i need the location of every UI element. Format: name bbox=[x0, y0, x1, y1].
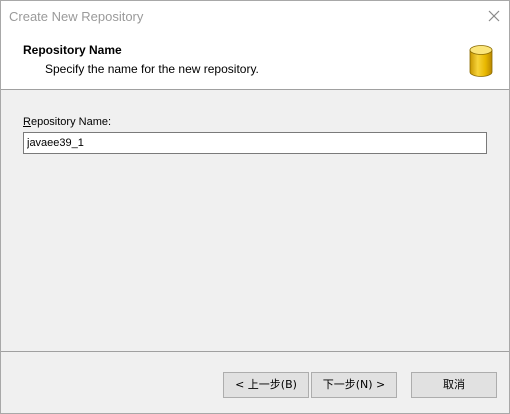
repository-name-input[interactable] bbox=[23, 132, 487, 154]
title-bar: Create New Repository bbox=[1, 1, 509, 32]
page-subtitle: Specify the name for the new repository. bbox=[45, 62, 259, 76]
window-title: Create New Repository bbox=[9, 9, 144, 24]
wizard-footer: < 上一步(B) 下一步(N) > 取消 bbox=[1, 352, 509, 413]
next-button[interactable]: 下一步(N) > bbox=[311, 372, 397, 398]
close-icon bbox=[488, 10, 500, 22]
cancel-button[interactable]: 取消 bbox=[411, 372, 497, 398]
label-text: epository Name: bbox=[30, 116, 112, 128]
back-button[interactable]: < 上一步(B) bbox=[223, 372, 309, 398]
page-title: Repository Name bbox=[23, 43, 122, 57]
database-icon bbox=[469, 45, 493, 77]
wizard-header: Repository Name Specify the name for the… bbox=[1, 32, 509, 90]
close-button[interactable] bbox=[479, 1, 509, 32]
wizard-content: Repository Name: bbox=[1, 90, 509, 351]
create-repository-dialog: Create New Repository Repository Name Sp… bbox=[0, 0, 510, 414]
label-mnemonic: R bbox=[23, 116, 31, 128]
repository-name-label: Repository Name: bbox=[23, 116, 111, 128]
